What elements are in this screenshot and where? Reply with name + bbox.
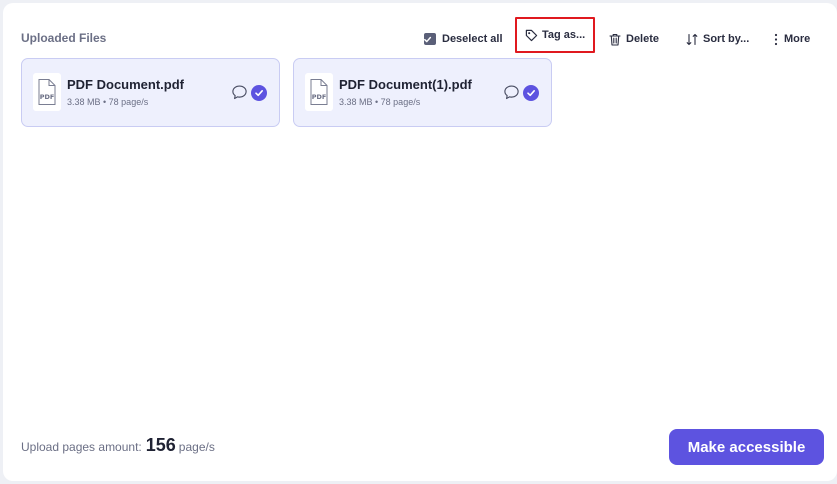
files-header: Uploaded Files Deselect all Tag as... De…	[21, 17, 837, 53]
file-name: PDF Document.pdf	[67, 77, 184, 92]
sort-by-label: Sort by...	[703, 33, 750, 45]
trash-icon	[609, 33, 621, 46]
toolbar: Deselect all Tag as... Delete Sort by...…	[21, 17, 837, 53]
file-card[interactable]: PDF PDF Document(1).pdf 3.38 MB • 78 pag…	[293, 58, 552, 127]
file-meta: 3.38 MB • 78 page/s	[339, 97, 421, 107]
more-button[interactable]: More	[773, 29, 810, 49]
comment-icon[interactable]	[503, 84, 520, 101]
tag-icon	[525, 29, 538, 41]
sort-icon	[686, 33, 698, 45]
uploaded-files-panel: Uploaded Files Deselect all Tag as... De…	[3, 3, 837, 481]
upload-pages-label: Upload pages amount:	[21, 440, 142, 454]
deselect-all-button[interactable]: Deselect all	[424, 29, 503, 49]
file-card[interactable]: PDF PDF Document.pdf 3.38 MB • 78 page/s	[21, 58, 280, 127]
comment-icon[interactable]	[231, 84, 248, 101]
file-name: PDF Document(1).pdf	[339, 77, 472, 92]
more-label: More	[784, 33, 811, 45]
pdf-icon-label: PDF	[40, 93, 55, 101]
checkbox-checked-icon	[424, 33, 436, 45]
upload-pages-amount: Upload pages amount: 156 page/s	[21, 435, 215, 456]
selected-check-icon[interactable]	[251, 85, 267, 101]
delete-button[interactable]: Delete	[609, 29, 659, 49]
pdf-file-icon: PDF	[305, 73, 333, 111]
deselect-all-label: Deselect all	[442, 33, 503, 45]
upload-pages-unit: page/s	[178, 440, 215, 454]
delete-label: Delete	[626, 33, 660, 45]
pdf-file-icon: PDF	[33, 73, 61, 111]
tag-as-button[interactable]: Tag as...	[515, 17, 596, 53]
sort-by-button[interactable]: Sort by...	[686, 29, 749, 49]
pdf-icon-label: PDF	[312, 93, 327, 101]
more-vertical-icon	[774, 33, 778, 45]
make-accessible-button[interactable]: Make accessible	[669, 429, 824, 465]
file-meta: 3.38 MB • 78 page/s	[67, 97, 149, 107]
upload-pages-count: 156	[145, 435, 176, 455]
selected-check-icon[interactable]	[523, 85, 539, 101]
tag-as-label: Tag as...	[542, 29, 586, 41]
